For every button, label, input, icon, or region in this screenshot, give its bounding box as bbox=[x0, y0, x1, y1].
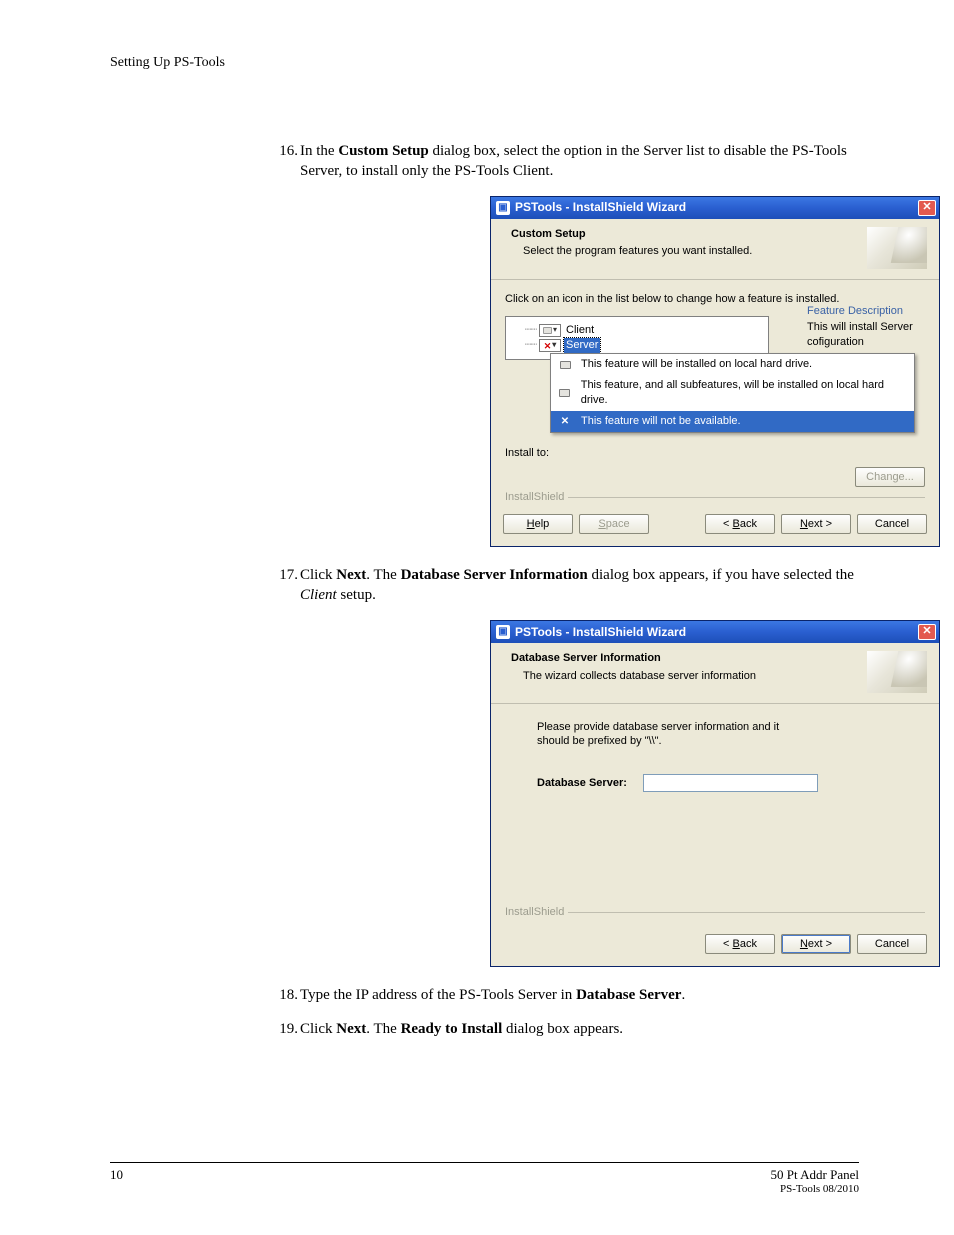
step-text: Click Next. The Database Server Informat… bbox=[300, 567, 854, 603]
step-number: 17. bbox=[273, 565, 298, 585]
close-icon[interactable]: ✕ bbox=[918, 200, 936, 216]
drive-icon bbox=[557, 359, 573, 371]
step-16: 16. In the Custom Setup dialog box, sele… bbox=[110, 141, 859, 547]
installshield-label: InstallShield bbox=[505, 490, 568, 505]
menu-item-install-local[interactable]: This feature will be installed on local … bbox=[551, 354, 914, 375]
tree-item-server[interactable]: ┈┈ ✕▾ Server bbox=[514, 338, 762, 353]
menu-label: This feature will be installed on local … bbox=[581, 357, 812, 372]
step-18: 18. Type the IP address of the PS-Tools … bbox=[110, 985, 859, 1005]
page-number: 10 bbox=[110, 1167, 123, 1183]
running-header: Setting Up PS-Tools bbox=[110, 55, 859, 71]
window-title: PSTools - InstallShield Wizard bbox=[515, 624, 913, 640]
drive-all-icon bbox=[557, 387, 573, 399]
tree-connector: ┈┈ bbox=[514, 323, 536, 338]
tree-connector: ┈┈ bbox=[514, 338, 536, 353]
cancel-button[interactable]: Cancel bbox=[857, 934, 927, 954]
database-server-dialog: ▣ PSTools - InstallShield Wizard ✕ Datab… bbox=[490, 620, 940, 967]
step-text: Type the IP address of the PS-Tools Serv… bbox=[300, 987, 685, 1003]
titlebar: ▣ PSTools - InstallShield Wizard ✕ bbox=[491, 621, 939, 643]
tree-item-client[interactable]: ┈┈ ▾ Client bbox=[514, 323, 762, 338]
menu-label: This feature, and all subfeatures, will … bbox=[581, 378, 908, 408]
page-footer: 10 50 Pt Addr Panel PS-Tools 08/2010 bbox=[110, 1162, 859, 1195]
menu-item-install-all-local[interactable]: This feature, and all subfeatures, will … bbox=[551, 375, 914, 411]
database-server-label: Database Server: bbox=[537, 776, 637, 791]
custom-setup-dialog: ▣ PSTools - InstallShield Wizard ✕ Custo… bbox=[490, 196, 940, 548]
menu-item-unavailable[interactable]: ✕ This feature will not be available. bbox=[551, 411, 914, 432]
installshield-separator: InstallShield bbox=[505, 497, 925, 498]
footer-product: 50 Pt Addr Panel bbox=[771, 1167, 859, 1183]
installshield-separator: InstallShield bbox=[505, 912, 925, 913]
next-button[interactable]: Next > bbox=[781, 934, 851, 954]
step-list: 16. In the Custom Setup dialog box, sele… bbox=[110, 141, 859, 1039]
database-server-input[interactable] bbox=[643, 774, 818, 792]
step-number: 16. bbox=[273, 141, 298, 161]
dialog-body: Click on an icon in the list below to ch… bbox=[491, 280, 939, 505]
database-server-row: Database Server: bbox=[537, 774, 925, 792]
back-button[interactable]: < Back bbox=[705, 514, 775, 534]
dialog-heading: Database Server Information bbox=[511, 651, 867, 666]
feature-description-title: Feature Description bbox=[807, 304, 925, 319]
dialog-footer: < Back Next > Cancel bbox=[491, 924, 939, 966]
install-to-label: Install to: bbox=[505, 446, 925, 461]
instruction-text: Please provide database server informati… bbox=[537, 720, 797, 749]
back-button[interactable]: < Back bbox=[705, 934, 775, 954]
cancel-button[interactable]: Cancel bbox=[857, 514, 927, 534]
header-graphic bbox=[867, 651, 927, 693]
step-17: 17. Click Next. The Database Server Info… bbox=[110, 565, 859, 967]
space-button: Space bbox=[579, 514, 649, 534]
installshield-label: InstallShield bbox=[505, 905, 568, 920]
help-button[interactable]: Help bbox=[503, 514, 573, 534]
dialog-subheading: Select the program features you want ins… bbox=[511, 244, 867, 259]
unavailable-dropdown-icon[interactable]: ✕▾ bbox=[539, 339, 561, 352]
installer-icon: ▣ bbox=[496, 625, 510, 639]
dialog-body: Please provide database server informati… bbox=[491, 704, 939, 924]
menu-label: This feature will not be available. bbox=[581, 414, 741, 429]
next-button[interactable]: Next > bbox=[781, 514, 851, 534]
footer-revision: PS-Tools 08/2010 bbox=[771, 1183, 859, 1195]
drive-dropdown-icon[interactable]: ▾ bbox=[539, 324, 561, 337]
feature-tree[interactable]: ┈┈ ▾ Client ┈┈ ✕▾ Server bbox=[505, 316, 769, 360]
installer-icon: ▣ bbox=[496, 201, 510, 215]
tree-label-selected: Server bbox=[564, 338, 600, 353]
step-text: In the Custom Setup dialog box, select t… bbox=[300, 143, 847, 179]
feature-description-body: This will install Server cofiguration bbox=[807, 320, 925, 350]
titlebar: ▣ PSTools - InstallShield Wizard ✕ bbox=[491, 197, 939, 219]
dialog-header: Custom Setup Select the program features… bbox=[491, 219, 939, 280]
dialog-subheading: The wizard collects database server info… bbox=[511, 669, 867, 684]
dialog-header: Database Server Information The wizard c… bbox=[491, 643, 939, 704]
change-button: Change... bbox=[855, 467, 925, 487]
window-title: PSTools - InstallShield Wizard bbox=[515, 199, 913, 215]
step-number: 19. bbox=[273, 1019, 298, 1039]
step-number: 18. bbox=[273, 985, 298, 1005]
tree-label: Client bbox=[564, 323, 596, 338]
unavailable-icon: ✕ bbox=[557, 415, 573, 427]
close-icon[interactable]: ✕ bbox=[918, 624, 936, 640]
feature-dropdown-menu: This feature will be installed on local … bbox=[550, 353, 915, 432]
step-text: Click Next. The Ready to Install dialog … bbox=[300, 1021, 623, 1037]
feature-description-panel: Feature Description This will install Se… bbox=[807, 304, 925, 351]
header-graphic bbox=[867, 227, 927, 269]
dialog-footer: Help Space < Back Next > Cancel bbox=[491, 504, 939, 546]
dialog-heading: Custom Setup bbox=[511, 227, 867, 242]
step-19: 19. Click Next. The Ready to Install dia… bbox=[110, 1019, 859, 1039]
